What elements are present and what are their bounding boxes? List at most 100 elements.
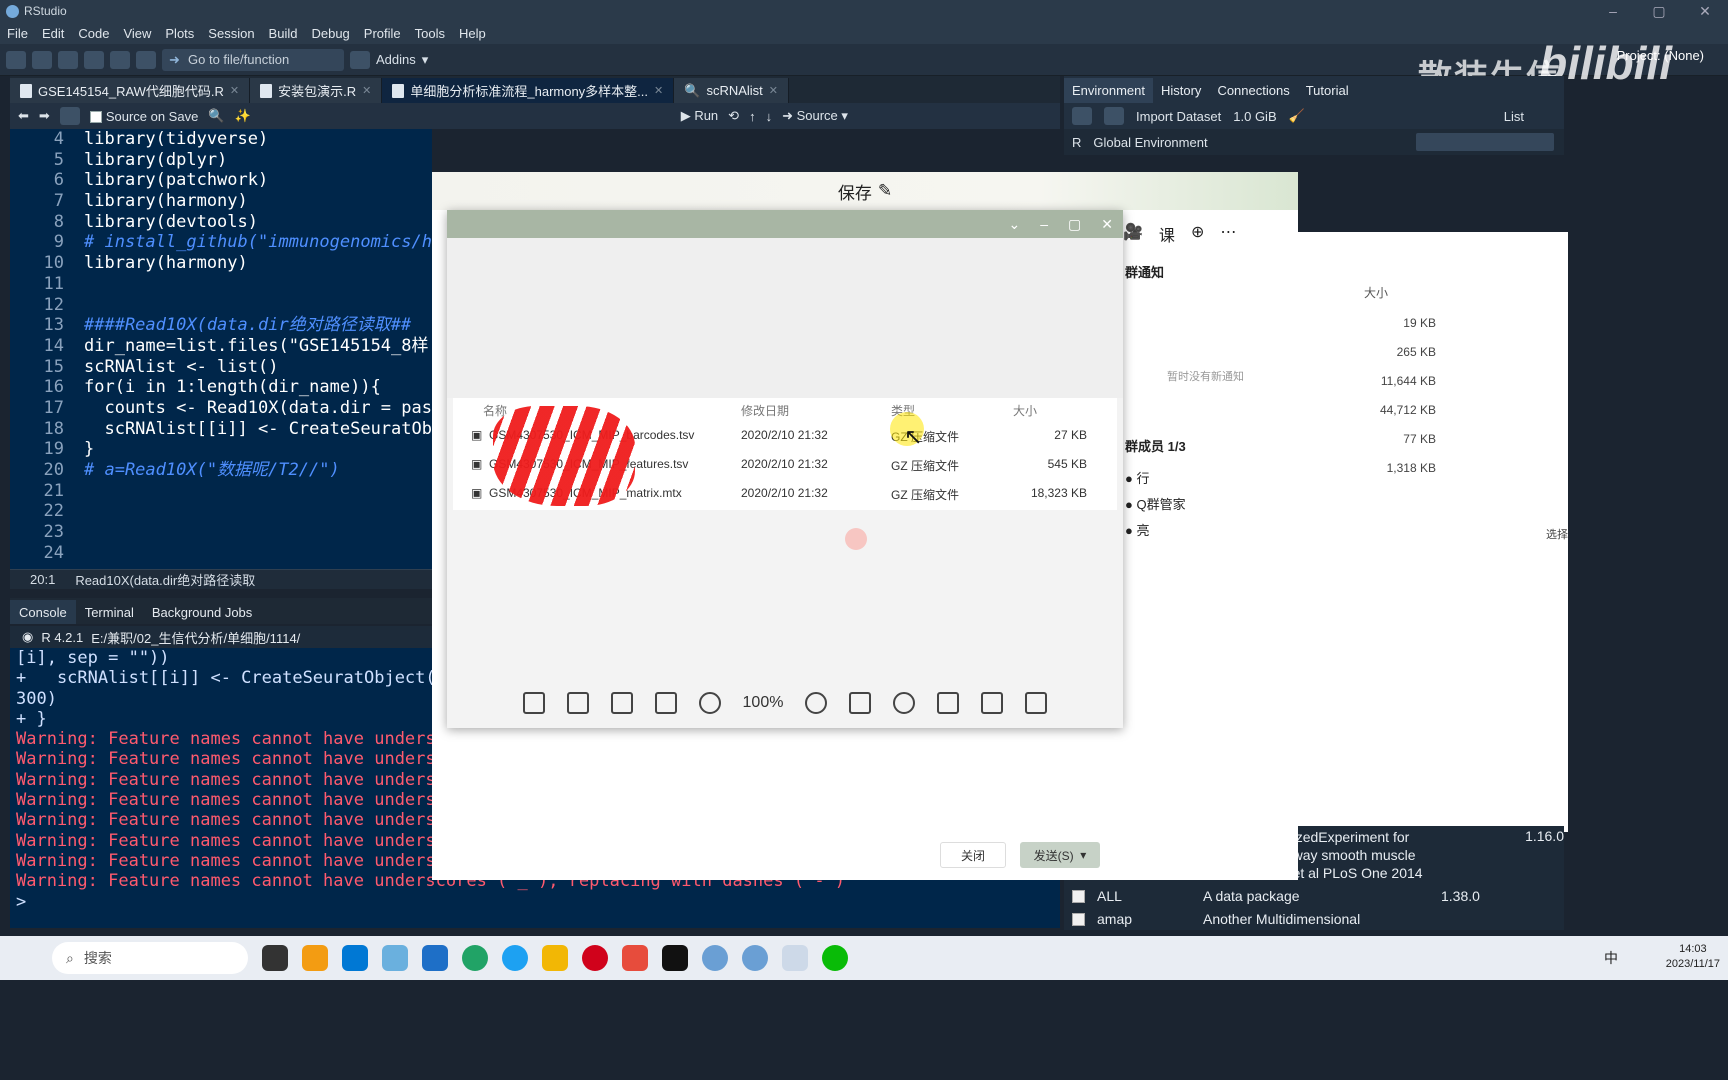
- close-icon[interactable]: ✕: [654, 84, 663, 97]
- maximize-button[interactable]: ▢: [1068, 216, 1081, 233]
- menu-plots[interactable]: Plots: [158, 26, 201, 41]
- tab-terminal[interactable]: Terminal: [76, 600, 143, 624]
- tab-tutorial[interactable]: Tutorial: [1298, 78, 1357, 103]
- code-editor[interactable]: 4 5 6 7 8 9 10 11 12 13 14 15 16 17 18 19 20 21 22 23 24 lib…: [10, 129, 432, 569]
- browser-icon[interactable]: [502, 945, 528, 971]
- tab-gse-script[interactable]: GSE145154_RAW代细胞代码.R ✕: [10, 78, 251, 103]
- goto-file-input[interactable]: Go to file/function: [162, 48, 344, 71]
- code-line[interactable]: # install_github("immunogenomics/h: [84, 232, 432, 253]
- code-line[interactable]: # a=Read10X("数据呢/T2//"): [84, 460, 432, 481]
- code-line[interactable]: library(harmony): [84, 191, 432, 212]
- forward-arrow-icon[interactable]: ➡: [39, 108, 50, 124]
- store-icon[interactable]: [342, 945, 368, 971]
- member-item[interactable]: ● 行: [1125, 468, 1149, 487]
- code-line[interactable]: scRNAlist <- list(): [84, 357, 432, 378]
- code-line[interactable]: [84, 522, 432, 543]
- fit-icon[interactable]: [566, 692, 589, 714]
- maximize-button[interactable]: ▢: [1636, 0, 1682, 22]
- tab-install-demo[interactable]: 安装包演示.R ✕: [250, 78, 383, 103]
- section-navigator[interactable]: Read10X(data.dir绝对路径读取: [75, 570, 255, 589]
- code-line[interactable]: library(dplyr): [84, 150, 432, 171]
- nk-app-icon[interactable]: [422, 945, 448, 971]
- more-icon[interactable]: ⋯: [1220, 222, 1236, 246]
- send-button[interactable]: 发送(S) ▾: [1020, 842, 1100, 868]
- menu-code[interactable]: Code: [71, 26, 116, 41]
- wand-icon[interactable]: ✨: [235, 108, 251, 124]
- edge-icon[interactable]: [462, 945, 488, 971]
- source-on-save-checkbox[interactable]: Source on Save: [89, 109, 198, 124]
- code-line[interactable]: library(devtools): [84, 212, 432, 233]
- show-in-window-icon[interactable]: [59, 107, 80, 125]
- run-button[interactable]: ▶ Run: [681, 108, 718, 124]
- qq-icon[interactable]: [782, 945, 808, 971]
- environment-select[interactable]: Global Environment: [1093, 135, 1207, 150]
- code-line[interactable]: dir_name=list.files("GSE145154_8样: [84, 336, 432, 357]
- menu-debug[interactable]: Debug: [304, 26, 356, 41]
- save-all-icon[interactable]: [110, 50, 130, 69]
- save-workspace-icon[interactable]: [1104, 107, 1124, 125]
- ime-indicator[interactable]: 中: [1604, 948, 1618, 968]
- class-icon[interactable]: 课: [1159, 222, 1175, 246]
- menu-help[interactable]: Help: [452, 26, 493, 41]
- close-icon[interactable]: ✕: [230, 84, 239, 97]
- tab-harmony-pipeline[interactable]: 单细胞分析标准流程_harmony多样本整... ✕: [382, 78, 675, 103]
- group-members-title[interactable]: 群成员 1/3: [1125, 436, 1186, 455]
- new-project-icon[interactable]: [32, 50, 52, 69]
- code-line[interactable]: scRNAlist[[i]] <- CreateSeuratOb: [84, 419, 432, 440]
- photos-icon[interactable]: [382, 945, 408, 971]
- code-line[interactable]: [84, 543, 432, 564]
- capcut-icon[interactable]: [662, 945, 688, 971]
- tab-console[interactable]: Console: [10, 600, 76, 624]
- r-app-icon[interactable]: [702, 945, 728, 971]
- layout-icon[interactable]: [522, 692, 545, 714]
- group-notice-title[interactable]: 群通知: [1125, 262, 1164, 281]
- menu-build[interactable]: Build: [262, 26, 305, 41]
- code-line[interactable]: counts <- Read10X(data.dir = pas: [84, 398, 432, 419]
- import-dataset-button[interactable]: Import Dataset: [1136, 109, 1221, 124]
- close-icon[interactable]: ✕: [362, 84, 371, 97]
- wechat-icon[interactable]: [822, 945, 848, 971]
- tab-background-jobs[interactable]: Background Jobs: [143, 600, 261, 624]
- edit-icon[interactable]: ✎: [878, 181, 892, 201]
- tab-connections[interactable]: Connections: [1209, 78, 1297, 103]
- add-icon[interactable]: ⊕: [1191, 222, 1204, 246]
- close-dialog-button[interactable]: 关闭: [940, 842, 1006, 868]
- translate-icon[interactable]: [610, 692, 633, 714]
- crop-icon[interactable]: [981, 692, 1004, 714]
- rerun-icon[interactable]: ⟲: [728, 108, 739, 124]
- menu-edit[interactable]: Edit: [35, 26, 71, 41]
- close-icon[interactable]: ✕: [769, 84, 778, 97]
- record-icon[interactable]: [582, 945, 608, 971]
- video-call-icon[interactable]: 🎥: [1123, 222, 1143, 246]
- zoom-out-icon[interactable]: [698, 692, 721, 714]
- save-icon[interactable]: [84, 50, 104, 69]
- tab-scrnalist[interactable]: 🔍 scRNAlist ✕: [674, 78, 789, 103]
- app-icon[interactable]: [302, 945, 328, 971]
- code-line[interactable]: [84, 295, 432, 316]
- memory-usage[interactable]: 1.0 GiB: [1233, 109, 1276, 124]
- broom-icon[interactable]: 🧹: [1289, 108, 1305, 124]
- member-item[interactable]: ● 亮: [1125, 520, 1149, 539]
- source-button[interactable]: ➜ Source ▾: [782, 108, 848, 124]
- tab-environment[interactable]: Environment: [1064, 78, 1153, 103]
- code-line[interactable]: library(tidyverse): [84, 129, 432, 150]
- find-icon[interactable]: 🔍: [208, 108, 224, 124]
- tab-history[interactable]: History: [1153, 78, 1209, 103]
- folder-icon[interactable]: [542, 945, 568, 971]
- package-row[interactable]: ALL A data package 1.38.0: [1064, 884, 1564, 908]
- close-button[interactable]: ✕: [1682, 0, 1728, 22]
- code-line[interactable]: [84, 481, 432, 502]
- taskbar-search[interactable]: ⌕ 搜索: [52, 942, 248, 974]
- addins-menu[interactable]: Addins: [376, 52, 416, 67]
- project-label[interactable]: Project: (None): [1617, 48, 1704, 63]
- menu-file[interactable]: File: [0, 26, 35, 41]
- env-search-input[interactable]: [1416, 133, 1554, 151]
- code-line[interactable]: ####Read10X(data.dir绝对路径读取##: [84, 315, 432, 336]
- menu-profile[interactable]: Profile: [357, 26, 408, 41]
- member-item[interactable]: ● Q群管家: [1125, 494, 1186, 513]
- package-row[interactable]: amap Another Multidimensional: [1064, 908, 1564, 930]
- menu-session[interactable]: Session: [201, 26, 261, 41]
- grid-icon[interactable]: [350, 50, 370, 69]
- close-button[interactable]: ✕: [1101, 216, 1113, 233]
- package-checkbox[interactable]: [1072, 889, 1085, 903]
